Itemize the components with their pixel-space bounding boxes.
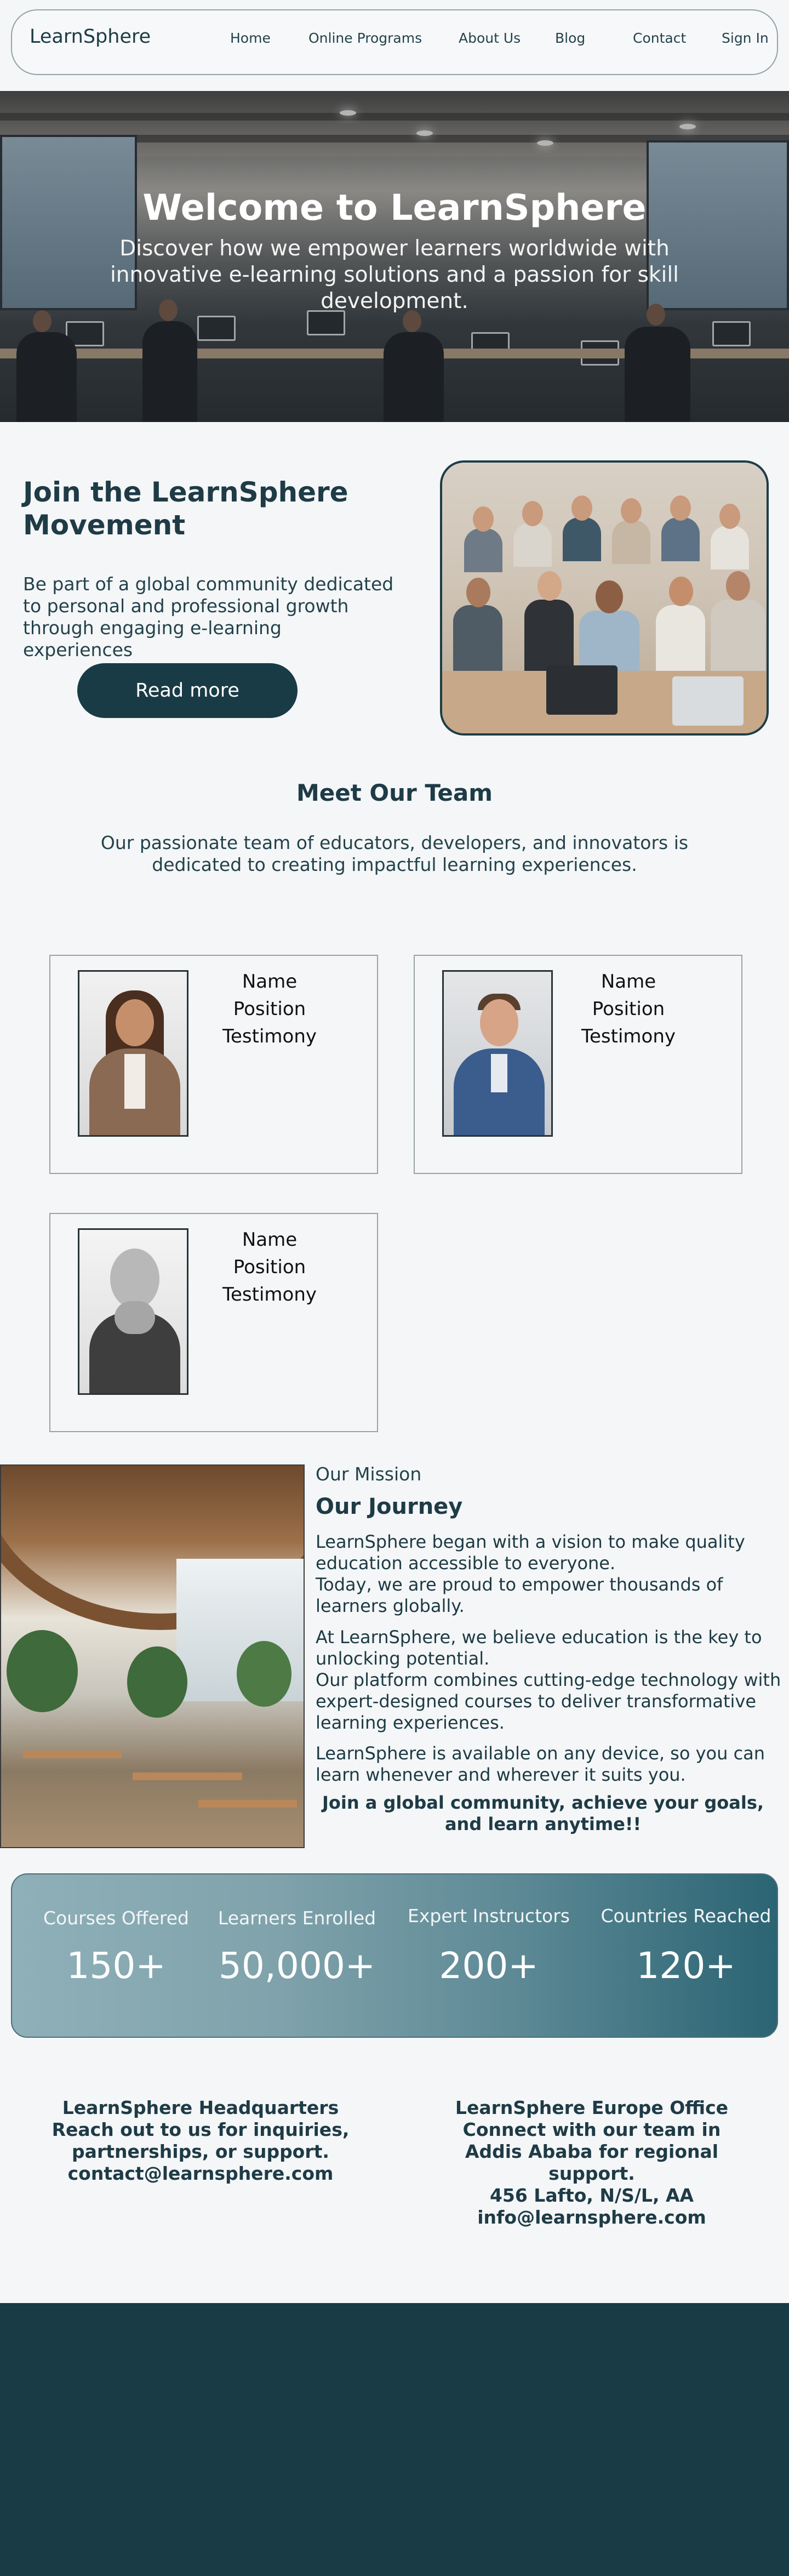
team-member-position: Position [233, 998, 306, 1020]
community-photo [440, 460, 769, 736]
mission-paragraph: Our platform combines cutting-edge techn… [316, 1669, 781, 1733]
hero-subtitle: Discover how we empower learners worldwi… [110, 236, 679, 314]
team-member-name: Name [601, 971, 656, 993]
nav-link-home[interactable]: Home [230, 30, 271, 46]
stat-label: Countries Reached [601, 1905, 771, 1927]
team-member-testimony: Testimony [222, 1025, 317, 1047]
stat-label: Courses Offered [43, 1907, 189, 1929]
stat-label: Learners Enrolled [218, 1907, 376, 1929]
campus-photo [0, 1464, 305, 1848]
team-member-position: Position [592, 998, 665, 1020]
team-member-photo [78, 970, 188, 1137]
page-footer [0, 2303, 789, 2576]
stat-value: 120+ [636, 1945, 736, 1987]
team-member-card: Name Position Testimony [414, 955, 742, 1174]
contact-europe-title: LearnSphere Europe Office [455, 2097, 729, 2118]
brand-logo[interactable]: LearnSphere [30, 26, 151, 48]
stats-panel: Courses Offered 150+ Learners Enrolled 5… [11, 1873, 778, 2038]
team-member-testimony: Testimony [581, 1025, 676, 1047]
stat-value: 200+ [439, 1945, 539, 1987]
nav-link-online-programs[interactable]: Online Programs [308, 30, 422, 46]
team-member-position: Position [233, 1256, 306, 1278]
nav-link-contact[interactable]: Contact [633, 30, 686, 46]
team-member-name: Name [242, 971, 298, 993]
mission-closing: Join a global community, achieve your go… [322, 1792, 764, 1834]
hero-banner: Welcome to LearnSphere Discover how we e… [0, 91, 789, 422]
mission-paragraph: LearnSphere is available on any device, … [316, 1743, 765, 1785]
top-navbar: LearnSphere Home Online Programs About U… [11, 9, 778, 75]
join-description: Be part of a global community dedicated … [23, 573, 394, 660]
contact-hq-text: Reach out to us for inquiries, partnersh… [52, 2119, 350, 2162]
team-member-photo [78, 1228, 188, 1395]
join-heading: Join the LearnSphere Movement [23, 476, 348, 541]
nav-link-about-us[interactable]: About Us [459, 30, 521, 46]
team-heading: Meet Our Team [296, 779, 493, 806]
contact-hq-title: LearnSphere Headquarters [62, 2097, 339, 2118]
team-subtitle: Our passionate team of educators, develo… [100, 832, 689, 875]
mission-title: Our Journey [316, 1494, 463, 1519]
stat-value: 50,000+ [218, 1945, 376, 1987]
mission-paragraph: LearnSphere began with a vision to make … [316, 1531, 745, 1574]
contact-europe: LearnSphere Europe Office Connect with o… [438, 2097, 745, 2229]
contact-hq: LearnSphere Headquarters Reach out to us… [47, 2097, 354, 2185]
contact-europe-address: 456 Lafto, N/S/L, AA [489, 2185, 694, 2206]
stat-value: 150+ [66, 1945, 166, 1987]
nav-link-sign-in[interactable]: Sign In [722, 30, 769, 46]
nav-link-blog[interactable]: Blog [555, 30, 585, 46]
team-member-card: Name Position Testimony [49, 955, 378, 1174]
mission-paragraph: At LearnSphere, we believe education is … [316, 1627, 762, 1669]
read-more-button[interactable]: Read more [77, 663, 298, 718]
team-member-testimony: Testimony [222, 1284, 317, 1306]
team-member-name: Name [242, 1229, 298, 1251]
team-member-photo [442, 970, 553, 1137]
mission-kicker: Our Mission [316, 1463, 422, 1485]
mission-paragraph: Today, we are proud to empower thousands… [316, 1574, 723, 1616]
contact-europe-email[interactable]: info@learnsphere.com [477, 2207, 706, 2228]
team-member-card: Name Position Testimony [49, 1213, 378, 1432]
contact-europe-text: Connect with our team in Addis Ababa for… [462, 2119, 721, 2184]
contact-hq-email[interactable]: contact@learnsphere.com [68, 2163, 334, 2184]
hero-title: Welcome to LearnSphere [142, 187, 647, 229]
stat-label: Expert Instructors [408, 1905, 570, 1927]
